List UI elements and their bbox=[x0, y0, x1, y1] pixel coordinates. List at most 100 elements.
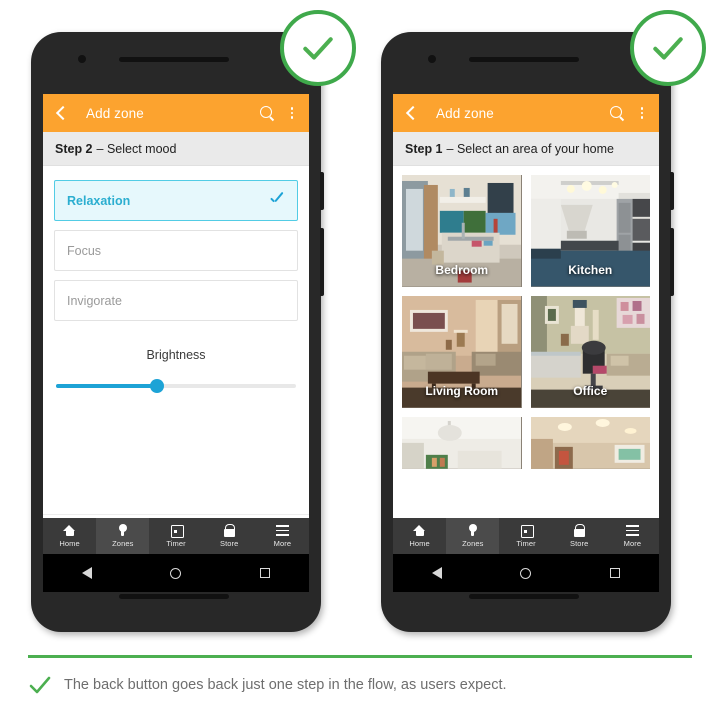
slider-thumb[interactable] bbox=[149, 379, 164, 393]
room-card-living-room[interactable]: Living Room bbox=[402, 296, 522, 408]
square-recents-icon[interactable] bbox=[259, 568, 270, 578]
caption-row: The back button goes back just one step … bbox=[28, 665, 692, 705]
tab-zones[interactable]: Zones bbox=[96, 518, 150, 554]
lightbulb-icon bbox=[466, 524, 479, 537]
step-header: Step 2 – Select mood bbox=[43, 132, 309, 166]
phone-screen-step2: Add zone Step 2 – Select mood Relaxation bbox=[43, 94, 309, 554]
approval-badge-left bbox=[280, 10, 356, 86]
room-card-partial-1[interactable] bbox=[402, 417, 522, 469]
tab-label: Zones bbox=[112, 539, 134, 548]
front-camera-icon bbox=[428, 55, 436, 63]
room-label: Living Room bbox=[425, 384, 499, 398]
tab-label: Timer bbox=[516, 539, 536, 548]
circle-home-icon[interactable] bbox=[520, 567, 532, 579]
app-bar: Add zone bbox=[43, 94, 309, 132]
approval-badge-right bbox=[630, 10, 706, 86]
step-number: Step 1 bbox=[405, 141, 443, 156]
dot bbox=[290, 106, 294, 110]
brightness-label: Brightness bbox=[146, 348, 206, 362]
bar bbox=[275, 525, 289, 528]
room-photo bbox=[530, 417, 650, 469]
square-recents-icon[interactable] bbox=[609, 568, 620, 578]
bar bbox=[275, 533, 289, 536]
mood-option-invigorate[interactable]: Invigorate bbox=[54, 280, 298, 321]
search-icon[interactable] bbox=[609, 105, 626, 122]
tab-label: Home bbox=[59, 539, 80, 548]
mood-label: Invigorate bbox=[67, 293, 122, 308]
tab-label: More bbox=[623, 539, 642, 548]
bar bbox=[625, 529, 639, 532]
back-chevron-icon[interactable] bbox=[53, 105, 69, 121]
earpiece-speaker bbox=[119, 57, 229, 62]
tab-timer[interactable]: Timer bbox=[499, 518, 552, 554]
bottom-speaker bbox=[119, 594, 229, 599]
tab-label: More bbox=[273, 539, 292, 548]
bar bbox=[625, 533, 639, 536]
power-button[interactable] bbox=[670, 172, 674, 210]
triangle-back-icon[interactable] bbox=[432, 567, 443, 579]
mood-list: Relaxation Focus Invigorate bbox=[43, 166, 309, 321]
tab-label: Home bbox=[409, 539, 430, 548]
mood-label: Focus bbox=[67, 243, 102, 258]
mood-option-focus[interactable]: Focus bbox=[54, 230, 298, 271]
slider-fill bbox=[56, 384, 157, 388]
front-camera-icon bbox=[78, 55, 86, 63]
phone-screen-step1: Add zone Step 1 – Select an area of your… bbox=[393, 94, 659, 554]
divider-rule bbox=[28, 655, 692, 658]
check-icon bbox=[29, 676, 51, 694]
mood-option-relaxation[interactable]: Relaxation bbox=[54, 180, 298, 221]
check-icon bbox=[269, 193, 285, 209]
hamburger-icon bbox=[625, 524, 639, 537]
tab-label: Store bbox=[569, 539, 589, 548]
volume-button[interactable] bbox=[320, 228, 324, 296]
calendar-icon bbox=[520, 524, 534, 538]
hamburger-icon bbox=[275, 524, 289, 537]
bottom-tab-bar: Home Zones Timer Store More bbox=[43, 518, 309, 554]
tab-store[interactable]: Store bbox=[203, 518, 256, 554]
bar bbox=[625, 525, 639, 528]
search-icon[interactable] bbox=[259, 105, 276, 122]
dot bbox=[290, 116, 294, 120]
tab-zones[interactable]: Zones bbox=[446, 518, 500, 554]
triangle-back-icon[interactable] bbox=[82, 567, 93, 579]
tab-store[interactable]: Store bbox=[553, 518, 606, 554]
screenshot-stage: Add zone Step 2 – Select mood Relaxation bbox=[0, 0, 720, 708]
room-label: Bedroom bbox=[435, 263, 489, 277]
circle-home-icon[interactable] bbox=[170, 567, 182, 579]
dot bbox=[640, 111, 644, 115]
tab-timer[interactable]: Timer bbox=[149, 518, 202, 554]
power-button[interactable] bbox=[320, 172, 324, 210]
tab-home[interactable]: Home bbox=[43, 518, 96, 554]
phone-device-step1: Add zone Step 1 – Select an area of your… bbox=[381, 32, 674, 632]
home-icon bbox=[413, 524, 426, 537]
check-icon bbox=[653, 37, 683, 60]
room-grid: Bedroom Kitchen Living Room Office bbox=[393, 166, 659, 554]
check-icon bbox=[303, 37, 333, 60]
tab-label: Timer bbox=[166, 539, 186, 548]
bar bbox=[275, 529, 289, 532]
dot bbox=[640, 116, 644, 120]
step-header: Step 1 – Select an area of your home bbox=[393, 132, 659, 166]
room-card-bedroom[interactable]: Bedroom bbox=[402, 175, 522, 287]
mood-label: Relaxation bbox=[67, 193, 131, 208]
room-card-office[interactable]: Office bbox=[530, 296, 650, 408]
tab-home[interactable]: Home bbox=[393, 518, 446, 554]
step2-body: Relaxation Focus Invigorate Brightness bbox=[43, 166, 309, 554]
back-chevron-icon[interactable] bbox=[403, 105, 419, 121]
dot bbox=[640, 106, 644, 110]
room-card-partial-2[interactable] bbox=[530, 417, 650, 469]
brightness-slider[interactable] bbox=[43, 378, 309, 394]
tab-more[interactable]: More bbox=[256, 518, 309, 554]
step-title: – Select an area of your home bbox=[446, 141, 614, 156]
android-system-nav bbox=[393, 554, 659, 592]
overflow-menu-icon[interactable] bbox=[635, 104, 649, 122]
tab-more[interactable]: More bbox=[606, 518, 659, 554]
caption-text: The back button goes back just one step … bbox=[64, 677, 507, 693]
bottom-tab-bar: Home Zones Timer Store More bbox=[393, 518, 659, 554]
room-photo bbox=[402, 417, 522, 469]
lock-icon bbox=[573, 524, 586, 537]
overflow-menu-icon[interactable] bbox=[285, 104, 299, 122]
phone-device-step2: Add zone Step 2 – Select mood Relaxation bbox=[31, 32, 324, 632]
room-card-kitchen[interactable]: Kitchen bbox=[530, 175, 650, 287]
volume-button[interactable] bbox=[670, 228, 674, 296]
